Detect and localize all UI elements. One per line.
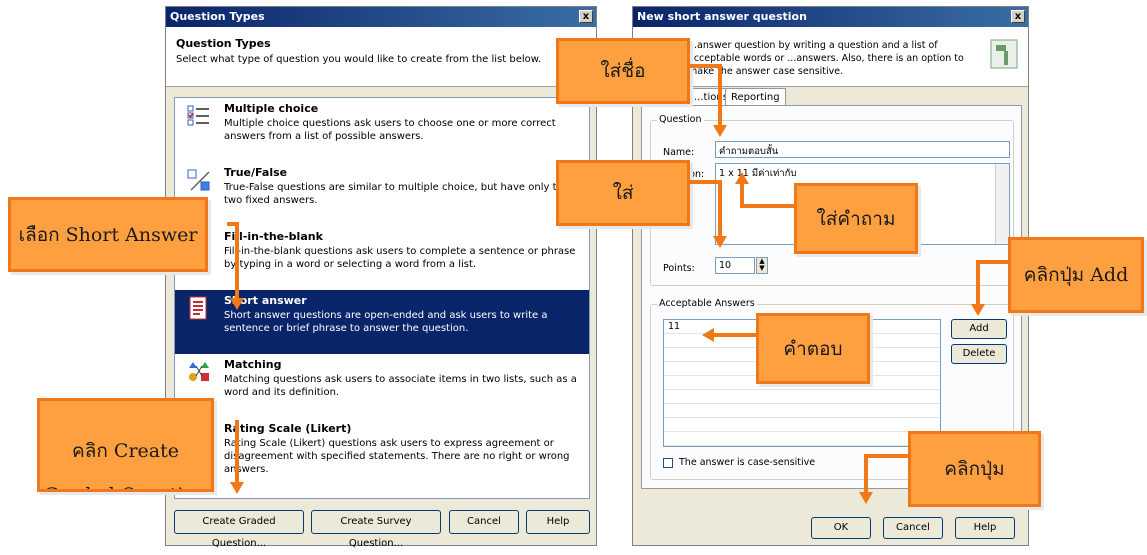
tab-reporting[interactable]: Reporting (725, 88, 786, 106)
scrollbar[interactable] (995, 164, 1009, 244)
close-icon[interactable]: x (579, 10, 593, 23)
help-button[interactable]: Help (955, 517, 1015, 539)
item-description: Fill-in-the-blank questions ask users to… (224, 246, 576, 270)
dialog-title: Question Types (170, 10, 265, 23)
question-wizard-icon (990, 39, 1018, 69)
short-answer-icon (189, 296, 207, 320)
cancel-button[interactable]: Cancel (449, 510, 519, 534)
points-stepper[interactable]: ▲ ▼ (756, 257, 768, 274)
case-sensitive-checkbox[interactable] (663, 458, 673, 468)
arrow-line (718, 64, 722, 127)
item-description: True-False questions are similar to mult… (224, 182, 569, 206)
callout-click-create-graded: คลิก Create Graded Question (37, 398, 214, 492)
name-label: Name: (663, 147, 695, 158)
name-field[interactable]: คำถามตอบสั้น (715, 141, 1010, 158)
group-label: Question (657, 114, 704, 125)
callout-answer: คำตอบ (756, 313, 870, 384)
create-graded-question-button[interactable]: Create Graded Question... (174, 510, 304, 549)
arrow-head (230, 482, 244, 494)
list-item-true-false[interactable]: True/False True-False questions are simi… (175, 162, 589, 226)
item-description: Multiple choice questions ask users to c… (224, 118, 556, 142)
arrow-line (976, 260, 1010, 264)
case-sensitive-label: The answer is case-sensitive (679, 457, 816, 468)
header-description: Select what type of question you would l… (176, 54, 542, 65)
callout-select-short-answer: เลือก Short Answer (8, 197, 208, 272)
arrow-head (230, 298, 244, 310)
item-title: Multiple choice (224, 102, 319, 115)
points-field[interactable]: 10 (715, 257, 755, 274)
dialog-header: ...answer question by writing a question… (633, 27, 1028, 87)
arrow-head (713, 125, 727, 137)
arrow-line (740, 184, 744, 208)
item-title: Short answer (224, 294, 307, 307)
question-types-dialog: Question Types x Question Types Select w… (165, 6, 597, 549)
add-button[interactable]: Add (951, 319, 1007, 339)
points-label: Points: (663, 263, 695, 274)
callout-enter-question: ใส่คำถาม (794, 183, 918, 254)
matching-icon (189, 362, 209, 381)
arrow-line (690, 64, 722, 68)
arrow-head (713, 236, 727, 248)
arrow-head (702, 328, 714, 342)
item-title: Matching (224, 358, 282, 371)
dialog-title: New short answer question (637, 10, 807, 23)
header-title: Question Types (176, 37, 271, 50)
arrow-head (859, 492, 873, 504)
arrow-line (864, 454, 868, 494)
arrow-line (235, 222, 239, 300)
callout-enter: ใส่ (556, 160, 690, 226)
multiple-choice-icon (187, 105, 209, 126)
arrow-line (864, 454, 910, 458)
dialog-titlebar: Question Types x (166, 7, 596, 27)
help-button[interactable]: Help (526, 510, 590, 534)
item-description: Matching questions ask users to associat… (224, 374, 577, 398)
list-item-multiple-choice[interactable]: Multiple choice Multiple choice question… (175, 98, 589, 162)
item-title: Fill-in-the-blank (224, 230, 323, 243)
arrow-line (712, 333, 758, 337)
cancel-button[interactable]: Cancel (883, 517, 943, 539)
arrow-line (235, 420, 239, 482)
callout-click-add: คลิกปุ่ม Add (1008, 237, 1144, 313)
arrow-line (976, 260, 980, 306)
item-description: Rating Scale (Likert) questions ask user… (224, 438, 570, 475)
delete-button[interactable]: Delete (951, 344, 1007, 364)
item-title: Rating Scale (Likert) (224, 422, 352, 435)
question-text: 1 x 11 มีค่าเท่ากับ (719, 168, 797, 179)
arrow-head (735, 172, 749, 184)
close-icon[interactable]: x (1011, 10, 1025, 23)
list-item-matching[interactable]: Matching Matching questions ask users to… (175, 354, 589, 418)
group-label: Acceptable Answers (657, 298, 757, 309)
dialog-header: Question Types Select what type of quest… (166, 27, 596, 87)
arrow-head (971, 304, 985, 316)
create-survey-question-button[interactable]: Create Survey Question... (311, 510, 441, 549)
callout-click-button: คลิกปุ่ม (908, 431, 1041, 507)
true-false-icon (187, 169, 210, 191)
arrow-line (718, 180, 722, 238)
header-description: ...answer question by writing a question… (688, 40, 964, 77)
ok-button[interactable]: OK (811, 517, 871, 539)
callout-enter-name: ใส่ชื่อ (556, 38, 690, 104)
item-description: Short answer questions are open-ended an… (224, 310, 548, 334)
item-title: True/False (224, 166, 288, 179)
arrow-line (740, 204, 796, 208)
dialog-titlebar: New short answer question x (633, 7, 1028, 27)
